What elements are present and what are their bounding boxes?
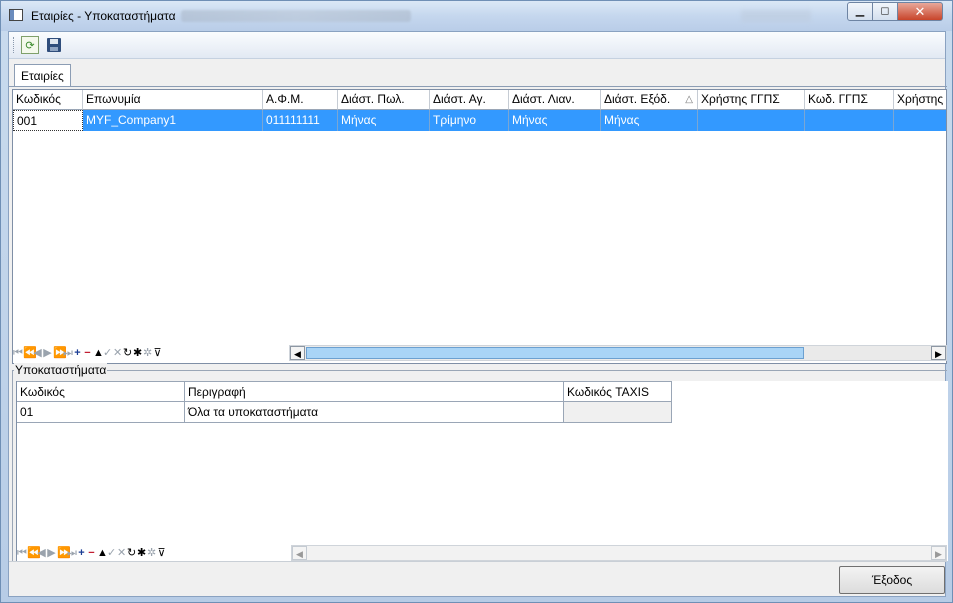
sort-asc-icon: △ — [685, 94, 693, 105]
branches-navigator: ⏮⏪◀▶⏩⏭+ −▲✓✕↻✱✲⊽ — [17, 546, 167, 562]
companies-hscrollbar[interactable]: ◀ ▶ — [289, 345, 947, 361]
col-header-user[interactable]: Χρήστης — [894, 90, 946, 110]
new-icon[interactable]: ✲ — [147, 546, 157, 559]
table-cell[interactable]: Μήνας — [601, 110, 698, 131]
col-header-branch-code[interactable]: Κωδικός — [17, 381, 185, 402]
table-cell[interactable] — [805, 110, 894, 131]
app-window-icon — [9, 9, 23, 21]
col-header-ggps-code[interactable]: Κωδ. ΓΓΠΣ — [805, 90, 894, 110]
app-window: Εταιρίες - Υποκαταστήματα ▁ ◻ ✕ ⟳ Εταιρί… — [0, 0, 953, 603]
tab-divider — [9, 86, 947, 87]
next-page-icon[interactable]: ⏩ — [57, 546, 71, 559]
scroll-right-icon[interactable]: ▶ — [931, 546, 946, 560]
tab-companies[interactable]: Εταιρίες — [14, 64, 71, 87]
toolbar-grip[interactable] — [13, 37, 15, 53]
client-area: ⟳ Εταιρίες Κωδικός Επωνυμία Α.Φ.Μ. Διάστ… — [8, 31, 948, 597]
cancel-icon[interactable]: ✕ — [113, 346, 123, 359]
next-record-icon[interactable]: ▶ — [47, 546, 57, 559]
window-title: Εταιρίες - Υποκαταστήματα — [31, 9, 176, 23]
table-cell[interactable] — [894, 110, 946, 131]
scroll-left-icon[interactable]: ◀ — [292, 546, 307, 560]
companies-grid[interactable]: Κωδικός Επωνυμία Α.Φ.Μ. Διάστ. Πωλ. Διάσ… — [12, 89, 947, 364]
delete-record-icon[interactable]: − — [87, 547, 97, 559]
prev-record-icon[interactable]: ◀ — [33, 346, 43, 359]
window-title-path-blurred — [181, 10, 411, 22]
edit-record-icon[interactable]: ▲ — [97, 547, 108, 559]
branches-legend: Υποκαταστήματα — [14, 363, 108, 377]
filter-icon[interactable]: ⊽ — [153, 346, 163, 359]
close-button[interactable]: ✕ — [897, 2, 943, 21]
col-header-ggps-user[interactable]: Χρήστης ΓΓΠΣ — [698, 90, 805, 110]
edit-record-icon[interactable]: ▲ — [93, 347, 104, 359]
maximize-button[interactable]: ◻ — [872, 2, 898, 21]
last-record-icon[interactable]: ⏭ — [67, 547, 77, 560]
col-header-code[interactable]: Κωδικός — [13, 90, 83, 110]
refresh-icon[interactable]: ↻ — [127, 546, 137, 559]
col-header-retail-period[interactable]: Διάστ. Λιαν. — [509, 90, 601, 110]
prev-page-icon[interactable]: ⏪ — [23, 346, 37, 359]
table-cell[interactable]: 011111111 — [263, 110, 338, 131]
prev-page-icon[interactable]: ⏪ — [27, 546, 41, 559]
refresh-icon[interactable]: ↻ — [123, 346, 133, 359]
last-record-icon[interactable]: ⏭ — [63, 347, 73, 360]
col-header-purchase-period[interactable]: Διάστ. Αγ. — [430, 90, 509, 110]
next-page-icon[interactable]: ⏩ — [53, 346, 67, 359]
branches-hscrollbar[interactable]: ◀ ▶ — [291, 545, 947, 561]
minimize-button[interactable]: ▁ — [847, 2, 873, 21]
add-record-icon[interactable]: + — [73, 347, 83, 359]
table-cell[interactable]: 01 — [17, 402, 185, 423]
filter-icon[interactable]: ⊽ — [157, 546, 167, 559]
col-header-vat[interactable]: Α.Φ.Μ. — [263, 90, 338, 110]
apply-icon[interactable]: ✱ — [137, 546, 147, 559]
add-record-icon[interactable]: + — [77, 547, 87, 559]
table-cell[interactable] — [698, 110, 805, 131]
cancel-icon[interactable]: ✕ — [117, 546, 127, 559]
save-icon[interactable] — [45, 36, 63, 54]
col-header-taxis-code[interactable]: Κωδικός TAXIS — [564, 381, 672, 402]
scroll-thumb[interactable] — [306, 347, 804, 359]
table-cell[interactable]: Όλα τα υποκαταστήματα — [185, 402, 564, 423]
table-cell[interactable]: Μήνας — [509, 110, 601, 131]
new-icon[interactable]: ✲ — [143, 346, 153, 359]
toolbar: ⟳ — [9, 32, 945, 59]
titlebar-blurred-area — [741, 10, 811, 22]
title-bar: Εταιρίες - Υποκαταστήματα ▁ ◻ ✕ — [1, 1, 952, 31]
col-header-name[interactable]: Επωνυμία — [83, 90, 263, 110]
post-icon[interactable]: ✓ — [107, 546, 117, 559]
delete-record-icon[interactable]: − — [83, 347, 93, 359]
apply-icon[interactable]: ✱ — [133, 346, 143, 359]
post-icon[interactable]: ✓ — [103, 346, 113, 359]
table-cell[interactable]: 001 — [13, 110, 83, 131]
col-header-expense-period[interactable]: Διάστ. Εξόδ. △ — [601, 90, 698, 110]
refresh-icon[interactable]: ⟳ — [21, 36, 39, 54]
col-header-expense-period-label: Διάστ. Εξόδ. — [604, 92, 671, 106]
scroll-right-icon[interactable]: ▶ — [931, 346, 946, 360]
table-cell[interactable]: Μήνας — [338, 110, 430, 131]
table-cell[interactable]: MYF_Company1 — [83, 110, 263, 131]
branches-grid[interactable]: Κωδικός Περιγραφή Κωδικός TAXIS 01 Όλα τ… — [16, 381, 948, 561]
col-header-sales-period[interactable]: Διάστ. Πωλ. — [338, 90, 430, 110]
footer-divider — [9, 561, 947, 562]
scroll-left-icon[interactable]: ◀ — [290, 346, 305, 360]
table-cell[interactable] — [564, 402, 672, 423]
first-record-icon[interactable]: ⏮ — [17, 547, 27, 560]
exit-button[interactable]: Έξοδος — [839, 566, 945, 594]
table-cell[interactable]: Τρίμηνο — [430, 110, 509, 131]
companies-navigator: ⏮⏪◀▶⏩⏭+ −▲✓✕↻✱✲⊽ — [13, 346, 163, 362]
branches-groupbox: Υποκαταστήματα Κωδικός Περιγραφή Κωδικός… — [12, 363, 948, 562]
col-header-description[interactable]: Περιγραφή — [185, 381, 564, 402]
prev-record-icon[interactable]: ◀ — [37, 546, 47, 559]
next-record-icon[interactable]: ▶ — [43, 346, 53, 359]
first-record-icon[interactable]: ⏮ — [13, 347, 23, 360]
